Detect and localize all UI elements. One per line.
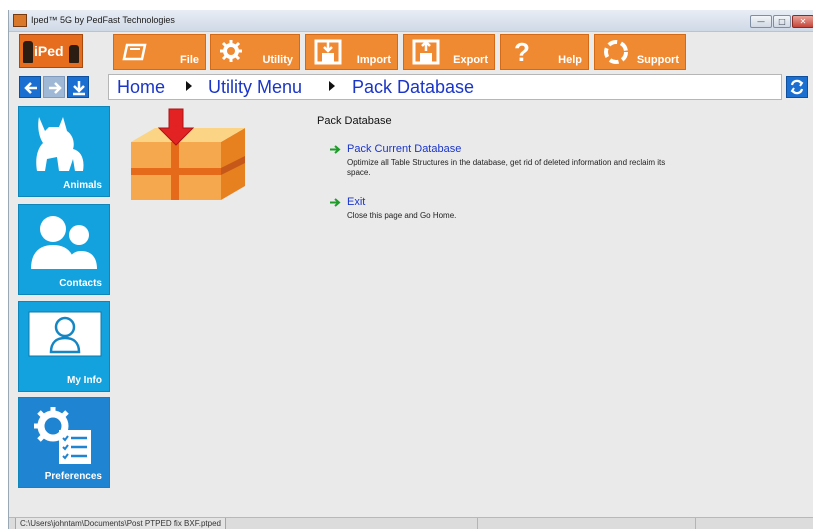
logo-dog-right bbox=[69, 45, 79, 63]
refresh-icon bbox=[790, 79, 804, 95]
dog-icon bbox=[36, 117, 84, 171]
breadcrumb-home[interactable]: Home bbox=[117, 77, 165, 98]
minimize-icon: — bbox=[757, 17, 765, 26]
status-bar: C:\Users\johntam\Documents\Post PTPED fi… bbox=[9, 517, 813, 529]
status-divider bbox=[695, 518, 696, 529]
logo-text: iPed bbox=[34, 43, 64, 59]
main-content: Pack Database Pack Current Database Opti… bbox=[117, 106, 813, 517]
file-icon bbox=[122, 43, 147, 61]
pack-database-description: Optimize all Table Structures in the dat… bbox=[347, 158, 666, 177]
sidebar-item-label: Preferences bbox=[44, 471, 102, 482]
import-label: Import bbox=[356, 54, 391, 66]
arrow-right-icon bbox=[49, 82, 62, 94]
file-label: File bbox=[180, 54, 199, 66]
sidebar-item-contacts[interactable]: Contacts bbox=[18, 204, 110, 295]
utility-button[interactable]: Utility bbox=[210, 34, 300, 70]
export-button[interactable]: Export bbox=[403, 34, 495, 70]
close-icon: ✕ bbox=[799, 17, 807, 26]
exit-link[interactable]: Exit bbox=[347, 196, 365, 208]
download-button[interactable] bbox=[67, 76, 89, 98]
utility-label: Utility bbox=[262, 54, 293, 66]
sidebar-item-animals[interactable]: Animals bbox=[18, 106, 110, 197]
app-window: Iped™ 5G by PedFast Technologies — □ ✕ i… bbox=[8, 10, 813, 529]
nav-bar: Home Utility Menu Pack Database bbox=[9, 72, 813, 102]
question-icon: ? bbox=[514, 39, 530, 65]
arrow-left-icon bbox=[24, 82, 37, 94]
maximize-button[interactable]: □ bbox=[773, 15, 791, 28]
help-label: Help bbox=[558, 54, 582, 66]
close-button[interactable]: ✕ bbox=[792, 15, 813, 28]
export-label: Export bbox=[453, 54, 488, 66]
help-button[interactable]: ? Help bbox=[500, 34, 589, 70]
arrow-down-icon bbox=[73, 81, 85, 96]
back-button[interactable] bbox=[19, 76, 41, 98]
gear-icon bbox=[220, 40, 242, 62]
export-icon bbox=[412, 39, 440, 65]
title-bar: Iped™ 5G by PedFast Technologies — □ ✕ bbox=[9, 10, 813, 32]
breadcrumb-current-page: Pack Database bbox=[352, 77, 475, 97]
svg-text:?: ? bbox=[514, 39, 530, 65]
settings-list-icon bbox=[34, 407, 91, 464]
green-arrow-icon bbox=[330, 198, 341, 207]
person-card-icon bbox=[28, 311, 102, 357]
file-path: C:\Users\johntam\Documents\Post PTPED fi… bbox=[15, 518, 226, 529]
file-button[interactable]: File bbox=[113, 34, 206, 70]
import-icon bbox=[314, 39, 342, 65]
window-title: Iped™ 5G by PedFast Technologies bbox=[31, 15, 175, 25]
import-button[interactable]: Import bbox=[305, 34, 398, 70]
forward-button[interactable] bbox=[43, 76, 65, 98]
pack-database-link[interactable]: Pack Current Database bbox=[347, 143, 461, 155]
main-toolbar: iPed File Utility Import Export ? Help S… bbox=[9, 32, 813, 72]
sidebar-item-label: My Info bbox=[67, 375, 102, 386]
sidebar-item-preferences[interactable]: Preferences bbox=[18, 397, 110, 488]
sidebar-item-label: Animals bbox=[63, 180, 102, 191]
box-with-down-arrow-icon bbox=[131, 108, 245, 200]
exit-description: Close this page and Go Home. bbox=[347, 211, 457, 220]
sidebar-item-my-info[interactable]: My Info bbox=[18, 301, 110, 392]
page-heading: Pack Database bbox=[317, 115, 392, 127]
maximize-icon: □ bbox=[778, 17, 786, 26]
logo-dog-left bbox=[23, 41, 33, 63]
people-icon bbox=[31, 216, 97, 269]
support-label: Support bbox=[636, 54, 679, 66]
lifebuoy-icon bbox=[604, 40, 628, 64]
ipped-logo: iPed bbox=[19, 34, 83, 68]
breadcrumb-separator bbox=[186, 81, 192, 91]
app-icon bbox=[13, 14, 27, 27]
minimize-button[interactable]: — bbox=[750, 15, 772, 28]
sidebar: Animals Contacts My Info Preferences bbox=[18, 106, 111, 517]
breadcrumb: Home Utility Menu Pack Database bbox=[108, 74, 782, 100]
green-arrow-icon bbox=[330, 145, 341, 154]
breadcrumb-separator bbox=[329, 81, 335, 91]
refresh-button[interactable] bbox=[786, 76, 808, 98]
sidebar-item-label: Contacts bbox=[59, 278, 102, 289]
status-divider bbox=[477, 518, 478, 529]
breadcrumb-utility-menu[interactable]: Utility Menu bbox=[208, 77, 302, 98]
support-button[interactable]: Support bbox=[594, 34, 686, 70]
